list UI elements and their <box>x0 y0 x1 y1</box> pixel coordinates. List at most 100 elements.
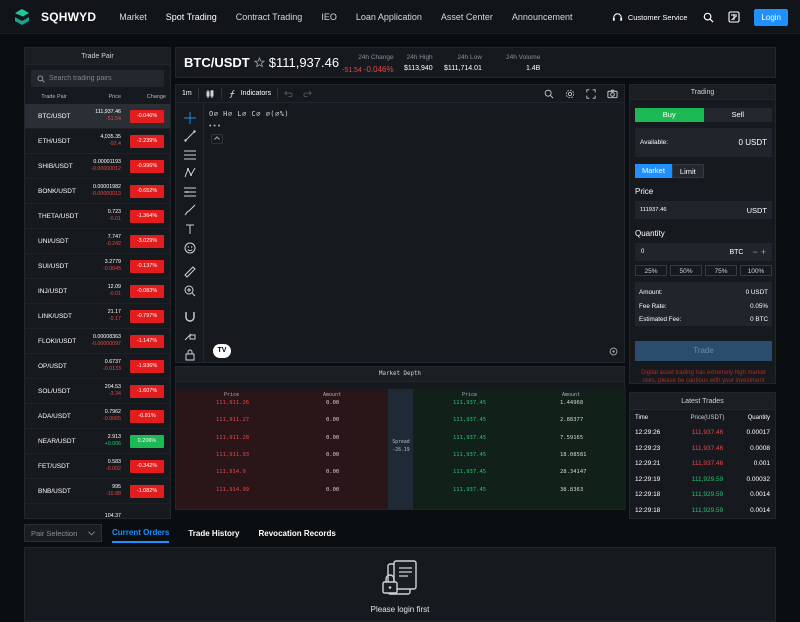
plot-settings-icon[interactable] <box>609 347 618 358</box>
horizontal-lines-icon[interactable] <box>184 149 196 161</box>
available-label: Available: <box>640 139 669 146</box>
pattern-icon[interactable] <box>184 167 196 179</box>
pair-change-badge: -0.083% <box>130 284 164 298</box>
pair-list-item[interactable]: FET/USDT 0.583 -0.002 -0.342% <box>25 454 170 479</box>
pair-change-badge: -3.029% <box>130 234 164 248</box>
market-depth-panel: Market Depth Spread -26.19 111,911.26 0.0… <box>175 366 626 510</box>
trade-quantity: 0.00032 <box>746 475 771 483</box>
pair-list-item[interactable]: BNB/USDT 995 -10.88 -1.082% <box>25 479 170 504</box>
crosshair-icon[interactable] <box>184 112 196 124</box>
quantity-increment-button[interactable]: + <box>761 247 766 257</box>
candle-type-icon[interactable] <box>205 89 215 99</box>
pair-list-item[interactable]: INJ/USDT 12.09 -0.01 -0.083% <box>25 279 170 304</box>
tradingview-logo[interactable]: TV <box>213 344 231 358</box>
menu-announcement[interactable]: Announcement <box>512 12 573 22</box>
chart-settings-icon[interactable] <box>565 89 575 99</box>
login-button[interactable]: Login <box>754 8 788 26</box>
menu-contract-trading[interactable]: Contract Trading <box>236 12 303 22</box>
pair-list-item[interactable]: UNI/USDT 7.747 -0.242 -3.029% <box>25 229 170 254</box>
ask-amount: 1.44968 <box>560 400 584 406</box>
customer-service-link[interactable]: Customer Service <box>612 12 687 23</box>
bid-amount: 0.00 <box>326 451 340 458</box>
pair-list-item[interactable]: THETA/USDT 0.723 -0.01 -1.364% <box>25 204 170 229</box>
sell-tab[interactable]: Sell <box>703 108 772 122</box>
menu-spot-trading[interactable]: Spot Trading <box>166 12 217 22</box>
depth-row[interactable]: 111,911.27 0.00 111,937.45 2.88377 <box>176 412 624 429</box>
tab-current-orders[interactable]: Current Orders <box>112 524 170 543</box>
pair-list-item[interactable]: LINK/USDT 21.17 -0.17 -0.797% <box>25 304 170 329</box>
depth-row[interactable]: 111,911.28 0.00 111,937.45 7.59165 <box>176 430 624 447</box>
percent-25-button[interactable]: 25% <box>635 265 667 276</box>
pair-list-item[interactable]: NEAR/USDT 2.913 +0.006 0.206% <box>25 429 170 454</box>
trend-line-icon[interactable] <box>184 130 196 142</box>
pair-selection-dropdown[interactable]: Pair Selection <box>24 524 102 542</box>
depth-row[interactable]: 111,914.9 0.00 111,937.45 28.34147 <box>176 464 624 481</box>
menu-market[interactable]: Market <box>119 12 147 22</box>
favorite-star-icon[interactable] <box>253 57 265 68</box>
chart-plot-area[interactable]: O∅ H∅ L∅ C∅ ∅(∅%) • • • TV <box>205 104 624 362</box>
depth-row[interactable]: 111,914.99 0.00 111,937.45 38.8363 <box>176 482 624 499</box>
redo-icon[interactable] <box>303 90 312 98</box>
depth-row[interactable]: 111,911.93 0.00 111,937.45 18.08581 <box>176 447 624 464</box>
market-order-tab[interactable]: Market <box>635 164 672 178</box>
quick-search-icon[interactable] <box>544 89 554 99</box>
brand-logo[interactable]: SQHWYD <box>12 7 96 27</box>
depth-row[interactable]: 111,911.26 0.00 111,937.45 1.44968 <box>176 395 624 412</box>
percent-50-button[interactable]: 50% <box>670 265 702 276</box>
camera-icon[interactable] <box>607 89 618 99</box>
pair-price: 3.2779 <box>104 259 121 265</box>
pair-list-item[interactable]: SOL/USDT 204.53 -3.34 -1.607% <box>25 379 170 404</box>
legend-more[interactable]: • • • <box>209 123 220 130</box>
pair-list-item[interactable]: BTC/USDT 111,937.46 -51.54 -0.046% <box>25 104 170 129</box>
pair-price-block: 104.37 <box>83 513 121 519</box>
ruler-icon[interactable] <box>184 266 196 278</box>
pair-list-item[interactable]: FLOKI/USDT 0.00008363 -0.00000097 -1.147% <box>25 329 170 354</box>
indicators-button[interactable]: Indicators <box>228 89 271 99</box>
brush-icon[interactable] <box>184 204 196 216</box>
undo-icon[interactable] <box>284 90 293 98</box>
pair-list-item[interactable]: ETH/USDT 4,035.35 -92.4 -2.239% <box>25 129 170 154</box>
bid-price: 111,911.28 <box>216 434 250 441</box>
emoji-icon[interactable] <box>184 242 196 254</box>
trade-button[interactable]: Trade <box>635 341 772 361</box>
pair-list-item[interactable]: OP/USDT 0.6737 -0.0133 -1.936% <box>25 354 170 379</box>
menu-asset-center[interactable]: Asset Center <box>441 12 493 22</box>
lock-draw-icon[interactable] <box>184 329 196 341</box>
tab-revocation-records[interactable]: Revocation Records <box>259 525 336 542</box>
fib-icon[interactable] <box>184 186 196 198</box>
percent-100-button[interactable]: 100% <box>740 265 772 276</box>
fullscreen-icon[interactable] <box>586 89 596 99</box>
menu-loan-application[interactable]: Loan Application <box>356 12 422 22</box>
magnet-icon[interactable] <box>184 310 196 322</box>
text-tool-icon[interactable] <box>184 223 196 235</box>
pair-list-item[interactable]: 104.37 <box>25 504 170 519</box>
interval-button[interactable]: 1m <box>182 90 192 97</box>
price-field[interactable]: 111937.46 USDT <box>635 201 772 219</box>
pair-list-item[interactable]: ADA/USDT 0.7962 -0.0065 -0.81% <box>25 404 170 429</box>
pair-list-item[interactable]: SUI/USDT 3.2779 -0.0045 -0.137% <box>25 254 170 279</box>
pair-search-input[interactable] <box>49 75 159 82</box>
buy-tab[interactable]: Buy <box>635 108 704 122</box>
stat-low-label: 24h Low <box>457 54 482 61</box>
language-icon[interactable] <box>728 11 740 23</box>
pair-search-box[interactable] <box>31 70 164 87</box>
quantity-decrement-button[interactable]: − <box>752 247 757 257</box>
pair-list-item[interactable]: BONK/USDT 0.00001982 -0.00000013 -0.652% <box>25 179 170 204</box>
stat-low-value: $111,714.01 <box>444 65 482 72</box>
percent-75-button[interactable]: 75% <box>705 265 737 276</box>
ticker-bar: BTC/USDT $111,937.46 24h Change -51.54 -… <box>175 47 776 78</box>
quantity-stepper[interactable]: 0 BTC − + <box>635 243 772 261</box>
tab-trade-history[interactable]: Trade History <box>188 525 239 542</box>
lock-icon[interactable] <box>184 349 196 361</box>
pair-change-badge: -0.046% <box>130 109 164 123</box>
search-icon[interactable] <box>703 12 714 23</box>
pair-name: UNI/USDT <box>38 237 69 245</box>
bid-price: 111,911.93 <box>216 451 250 458</box>
quantity-value[interactable]: 0 <box>641 249 729 255</box>
menu-ieo[interactable]: IEO <box>321 12 337 22</box>
pair-list-item[interactable]: SHIB/USDT 0.00001193 -0.00000012 -0.996% <box>25 154 170 179</box>
legend-collapse-button[interactable] <box>211 134 223 144</box>
limit-order-tab[interactable]: Limit <box>671 164 704 178</box>
trade-row: 12:29:18 111,929.59 0.0014 <box>630 487 775 503</box>
zoom-in-icon[interactable] <box>184 285 196 297</box>
